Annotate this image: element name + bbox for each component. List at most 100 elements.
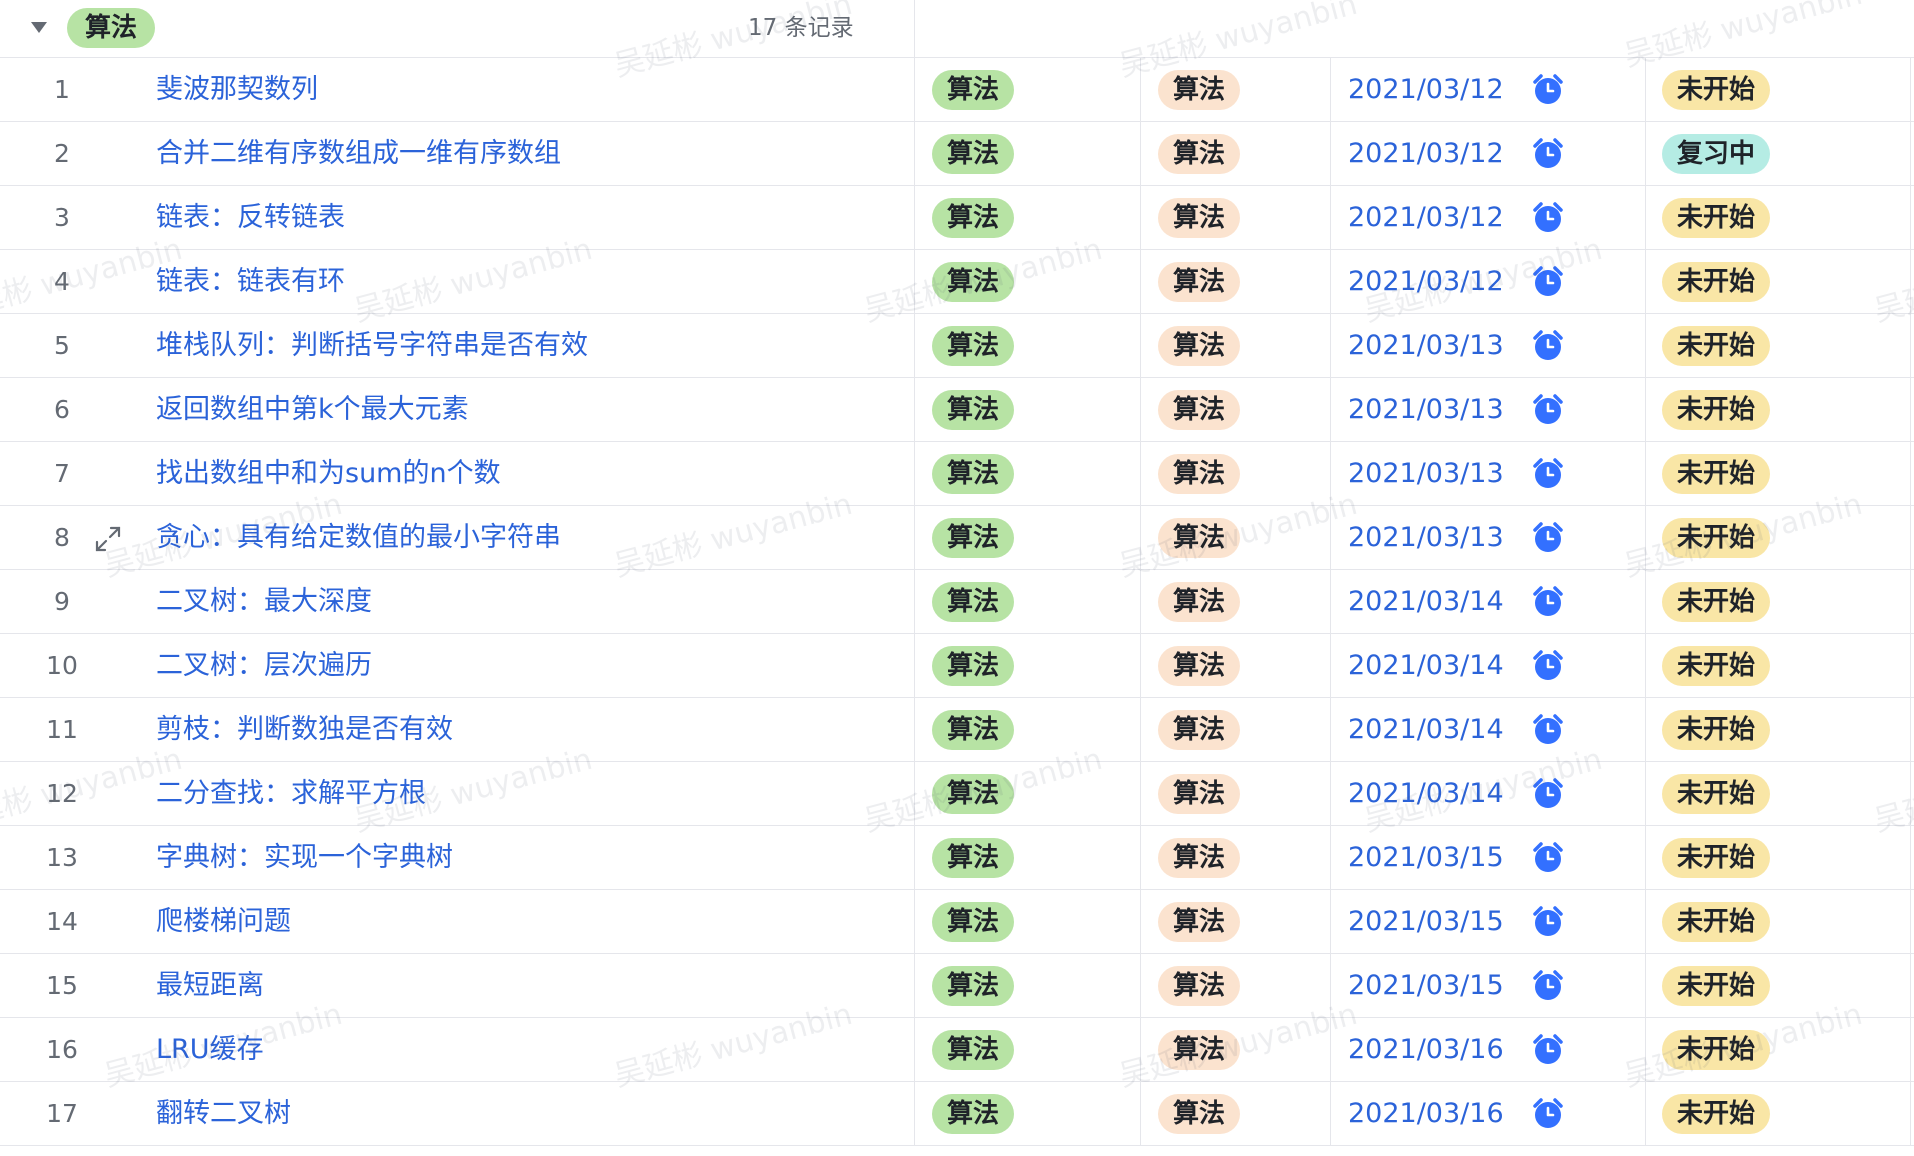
category-tag[interactable]: 算法 <box>932 710 1015 750</box>
status-tag[interactable]: 未开始 <box>1662 326 1771 366</box>
date-cell[interactable]: 2021/03/13 <box>1348 506 1504 569</box>
alarm-clock-icon[interactable] <box>1531 841 1565 875</box>
date-cell[interactable]: 2021/03/16 <box>1348 1018 1504 1081</box>
category-tag[interactable]: 算法 <box>932 1030 1015 1070</box>
alarm-clock-icon[interactable] <box>1531 1033 1565 1067</box>
table-row[interactable]: 2 合并二维有序数组成一维有序数组 算法 算法 2021/03/12 复习中 <box>0 122 1914 186</box>
category-tag[interactable]: 算法 <box>932 646 1015 686</box>
category-tag[interactable]: 算法 <box>932 454 1015 494</box>
category-tag[interactable]: 算法 <box>932 134 1015 174</box>
category-tag[interactable]: 算法 <box>932 518 1015 558</box>
status-tag[interactable]: 未开始 <box>1662 646 1771 686</box>
alarm-clock-icon[interactable] <box>1531 201 1565 235</box>
record-title-link[interactable]: 爬楼梯问题 <box>156 890 291 953</box>
record-title-link[interactable]: 返回数组中第k个最大元素 <box>156 378 469 441</box>
table-row[interactable]: 6 返回数组中第k个最大元素 算法 算法 2021/03/13 未开始 <box>0 378 1914 442</box>
table-row[interactable]: 12 二分查找：求解平方根 算法 算法 2021/03/14 未开始 <box>0 762 1914 826</box>
alarm-clock-icon[interactable] <box>1531 393 1565 427</box>
category-tag[interactable]: 算法 <box>932 966 1015 1006</box>
status-tag[interactable]: 未开始 <box>1662 198 1771 238</box>
category-tag[interactable]: 算法 <box>932 902 1015 942</box>
status-tag[interactable]: 未开始 <box>1662 710 1771 750</box>
alarm-clock-icon[interactable] <box>1531 265 1565 299</box>
table-row[interactable]: 10 二叉树：层次遍历 算法 算法 2021/03/14 未开始 <box>0 634 1914 698</box>
record-title-link[interactable]: LRU缓存 <box>156 1018 264 1081</box>
date-cell[interactable]: 2021/03/15 <box>1348 954 1504 1017</box>
record-title-link[interactable]: 找出数组中和为sum的n个数 <box>156 442 501 505</box>
type-tag[interactable]: 算法 <box>1158 70 1241 110</box>
table-row[interactable]: 7 找出数组中和为sum的n个数 算法 算法 2021/03/13 未开始 <box>0 442 1914 506</box>
record-title-link[interactable]: 二分查找：求解平方根 <box>156 762 426 825</box>
table-row[interactable]: 16 LRU缓存 算法 算法 2021/03/16 未开始 <box>0 1018 1914 1082</box>
alarm-clock-icon[interactable] <box>1531 521 1565 555</box>
type-tag[interactable]: 算法 <box>1158 582 1241 622</box>
category-tag[interactable]: 算法 <box>932 1094 1015 1134</box>
type-tag[interactable]: 算法 <box>1158 326 1241 366</box>
record-title-link[interactable]: 链表：链表有环 <box>156 250 345 313</box>
category-tag[interactable]: 算法 <box>932 774 1015 814</box>
category-tag[interactable]: 算法 <box>932 390 1015 430</box>
record-title-link[interactable]: 链表：反转链表 <box>156 186 345 249</box>
record-title-link[interactable]: 堆栈队列：判断括号字符串是否有效 <box>156 314 588 377</box>
record-title-link[interactable]: 翻转二叉树 <box>156 1082 291 1145</box>
table-row[interactable]: 15 最短距离 算法 算法 2021/03/15 未开始 <box>0 954 1914 1018</box>
status-tag[interactable]: 未开始 <box>1662 454 1771 494</box>
date-cell[interactable]: 2021/03/14 <box>1348 762 1504 825</box>
date-cell[interactable]: 2021/03/16 <box>1348 1082 1504 1145</box>
type-tag[interactable]: 算法 <box>1158 966 1241 1006</box>
status-tag[interactable]: 未开始 <box>1662 390 1771 430</box>
alarm-clock-icon[interactable] <box>1531 969 1565 1003</box>
category-tag[interactable]: 算法 <box>932 838 1015 878</box>
status-tag[interactable]: 未开始 <box>1662 582 1771 622</box>
category-tag[interactable]: 算法 <box>932 262 1015 302</box>
date-cell[interactable]: 2021/03/12 <box>1348 186 1504 249</box>
alarm-clock-icon[interactable] <box>1531 1097 1565 1131</box>
type-tag[interactable]: 算法 <box>1158 518 1241 558</box>
status-tag[interactable]: 未开始 <box>1662 1030 1771 1070</box>
status-tag[interactable]: 未开始 <box>1662 774 1771 814</box>
alarm-clock-icon[interactable] <box>1531 713 1565 747</box>
type-tag[interactable]: 算法 <box>1158 710 1241 750</box>
status-tag[interactable]: 未开始 <box>1662 1094 1771 1134</box>
type-tag[interactable]: 算法 <box>1158 454 1241 494</box>
table-row[interactable]: 5 堆栈队列：判断括号字符串是否有效 算法 算法 2021/03/13 未开始 <box>0 314 1914 378</box>
status-tag[interactable]: 未开始 <box>1662 838 1771 878</box>
category-tag[interactable]: 算法 <box>932 582 1015 622</box>
record-title-link[interactable]: 二叉树：最大深度 <box>156 570 372 633</box>
table-row[interactable]: 11 剪枝：判断数独是否有效 算法 算法 2021/03/14 未开始 <box>0 698 1914 762</box>
status-tag[interactable]: 未开始 <box>1662 70 1771 110</box>
type-tag[interactable]: 算法 <box>1158 838 1241 878</box>
expand-arrows-icon[interactable] <box>93 524 123 554</box>
date-cell[interactable]: 2021/03/12 <box>1348 58 1504 121</box>
alarm-clock-icon[interactable] <box>1531 329 1565 363</box>
alarm-clock-icon[interactable] <box>1531 649 1565 683</box>
status-tag[interactable]: 未开始 <box>1662 902 1771 942</box>
table-row[interactable]: 4 链表：链表有环 算法 算法 2021/03/12 未开始 <box>0 250 1914 314</box>
status-tag[interactable]: 未开始 <box>1662 262 1771 302</box>
table-row[interactable]: 1 斐波那契数列 算法 算法 2021/03/12 未开始 <box>0 58 1914 122</box>
status-tag[interactable]: 未开始 <box>1662 966 1771 1006</box>
type-tag[interactable]: 算法 <box>1158 1030 1241 1070</box>
type-tag[interactable]: 算法 <box>1158 198 1241 238</box>
type-tag[interactable]: 算法 <box>1158 1094 1241 1134</box>
table-row[interactable]: 13 字典树：实现一个字典树 算法 算法 2021/03/15 未开始 <box>0 826 1914 890</box>
date-cell[interactable]: 2021/03/12 <box>1348 250 1504 313</box>
table-row[interactable]: 14 爬楼梯问题 算法 算法 2021/03/15 未开始 <box>0 890 1914 954</box>
record-title-link[interactable]: 二叉树：层次遍历 <box>156 634 372 697</box>
table-row[interactable]: 3 链表：反转链表 算法 算法 2021/03/12 未开始 <box>0 186 1914 250</box>
table-row[interactable]: 17 翻转二叉树 算法 算法 2021/03/16 未开始 <box>0 1082 1914 1146</box>
record-title-link[interactable]: 合并二维有序数组成一维有序数组 <box>156 122 561 185</box>
alarm-clock-icon[interactable] <box>1531 137 1565 171</box>
category-tag[interactable]: 算法 <box>932 326 1015 366</box>
record-title-link[interactable]: 字典树：实现一个字典树 <box>156 826 453 889</box>
alarm-clock-icon[interactable] <box>1531 73 1565 107</box>
date-cell[interactable]: 2021/03/13 <box>1348 314 1504 377</box>
date-cell[interactable]: 2021/03/14 <box>1348 634 1504 697</box>
type-tag[interactable]: 算法 <box>1158 902 1241 942</box>
record-title-link[interactable]: 剪枝：判断数独是否有效 <box>156 698 453 761</box>
status-tag[interactable]: 复习中 <box>1662 134 1771 174</box>
type-tag[interactable]: 算法 <box>1158 134 1241 174</box>
type-tag[interactable]: 算法 <box>1158 646 1241 686</box>
record-title-link[interactable]: 最短距离 <box>156 954 264 1017</box>
category-tag[interactable]: 算法 <box>932 198 1015 238</box>
